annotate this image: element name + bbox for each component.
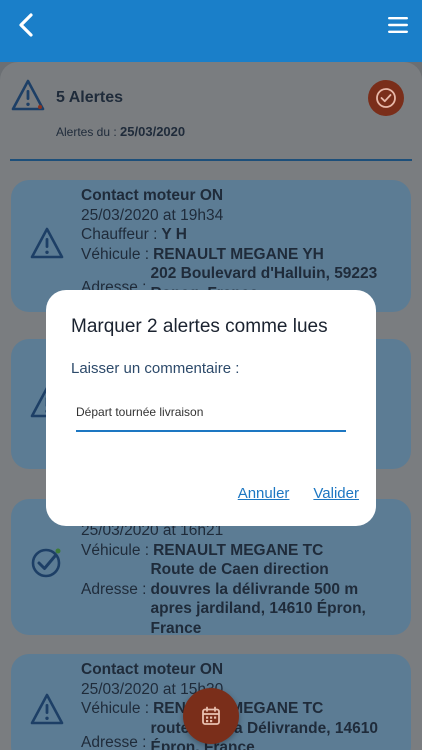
alert-vehicle-row: Véhicule : RENAULT MEGANE YH xyxy=(81,245,396,265)
calendar-icon xyxy=(202,706,220,725)
comment-label: Laisser un commentaire : xyxy=(71,360,240,377)
dialog-title: Marquer 2 alertes comme lues xyxy=(71,316,328,337)
cancel-button[interactable]: Annuler xyxy=(238,485,290,502)
warning-triangle-icon xyxy=(30,693,64,725)
alerts-summary: 5 Alertes Alertes du : 25/03/2020 xyxy=(0,62,422,172)
dialog-buttons: Annuler Valider xyxy=(238,485,359,502)
alert-datetime: 25/03/2020 at 19h34 xyxy=(81,206,224,224)
alert-datetime: 25/03/2020 at 15h30 xyxy=(81,680,224,698)
chevron-left-icon[interactable] xyxy=(14,12,40,38)
address-label: Adresse : xyxy=(81,581,147,598)
alert-details: 25/03/2020 at 16h21 Véhicule : RENAULT M… xyxy=(81,521,392,635)
warning-triangle-icon xyxy=(11,79,45,111)
check-circle-icon xyxy=(376,88,396,108)
driver-value: Y H xyxy=(161,226,187,243)
address-value: route vers la Délivrande, 14610 Épron, F… xyxy=(150,719,378,750)
driver-label: Chauffeur : xyxy=(81,226,158,243)
address-label: Adresse : xyxy=(81,733,147,750)
hamburger-menu-icon[interactable] xyxy=(386,14,410,36)
comment-input[interactable] xyxy=(76,394,346,432)
alert-driver-row: Chauffeur : Y H xyxy=(81,225,396,245)
alert-details: Contact moteur ON 25/03/2020 at 19h34 Ch… xyxy=(81,186,396,303)
alert-title: Contact moteur ON xyxy=(81,661,224,678)
summary-divider xyxy=(10,159,412,161)
vehicle-label: Véhicule : xyxy=(81,700,150,717)
confirm-button[interactable]: Valider xyxy=(313,485,359,502)
vehicle-value: RENAULT MEGANE TC xyxy=(153,541,324,559)
alert-address-row: Adresse : Route de Caen direction douvre… xyxy=(81,560,392,635)
alert-title: Contact moteur ON xyxy=(81,187,224,204)
vehicle-label: Véhicule : xyxy=(81,541,150,559)
mark-all-read-button[interactable] xyxy=(368,80,404,116)
check-read-icon xyxy=(31,548,61,578)
mark-as-read-dialog: Marquer 2 alertes comme lues Laisser un … xyxy=(46,290,376,526)
calendar-fab-button[interactable] xyxy=(183,688,239,744)
vehicle-label: Véhicule : xyxy=(81,245,150,263)
alerts-date-value: 25/03/2020 xyxy=(120,124,186,139)
alerts-date: Alertes du : 25/03/2020 xyxy=(56,124,185,139)
vehicle-value: RENAULT MEGANE YH xyxy=(153,245,324,263)
warning-triangle-icon xyxy=(30,227,64,259)
app-header xyxy=(0,0,422,62)
alert-vehicle-row: Véhicule : RENAULT MEGANE TC xyxy=(81,541,392,561)
alerts-date-label: Alertes du : xyxy=(56,125,117,139)
address-value: Route de Caen direction douvres la déliv… xyxy=(150,561,366,635)
alerts-count: 5 Alertes xyxy=(56,89,123,106)
